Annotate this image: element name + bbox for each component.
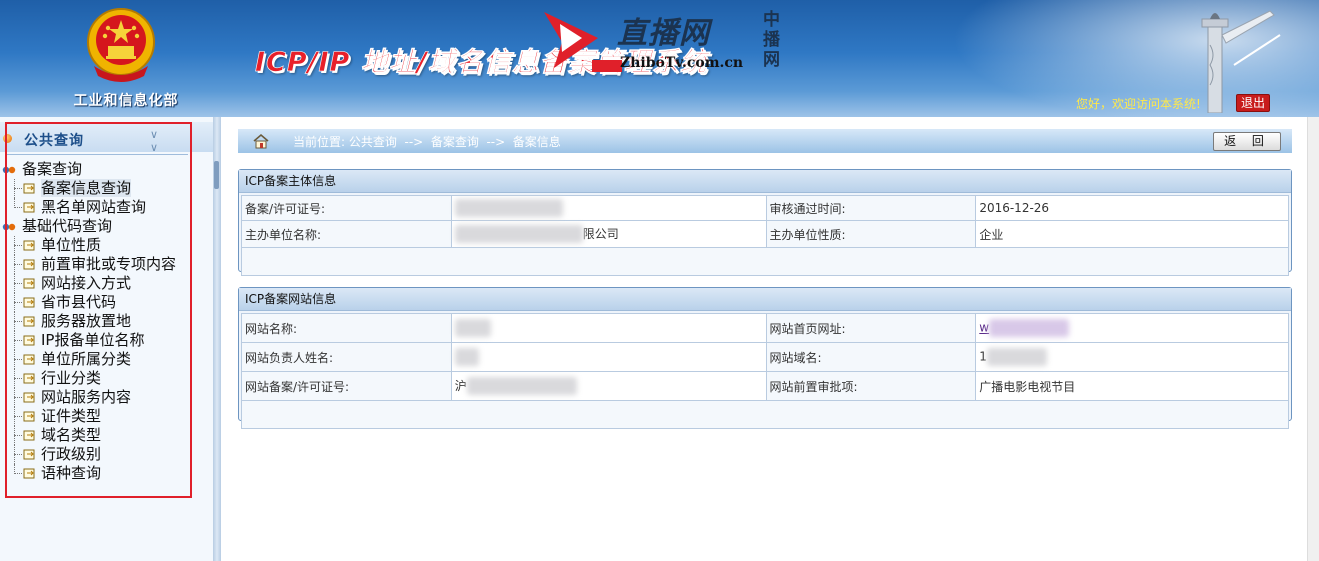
field-value: 广播电影电视节目 bbox=[975, 371, 1289, 401]
field-label: 网站前置审批项: bbox=[765, 371, 977, 401]
watermark-side-text: 中播网 bbox=[763, 10, 780, 70]
field-label: 网站负责人姓名: bbox=[241, 342, 452, 372]
field-label: 主办单位名称: bbox=[241, 220, 452, 248]
redacted-block bbox=[466, 377, 577, 396]
back-button[interactable]: 返 回 bbox=[1213, 132, 1281, 151]
watermark-name: 直播网 bbox=[617, 16, 710, 51]
field-value: 1 bbox=[975, 342, 1289, 372]
table-row: 网站名称: 网站首页网址: w bbox=[241, 313, 1289, 343]
redacted-block bbox=[454, 348, 479, 366]
ministry-name: 工业和信息化部 bbox=[73, 93, 179, 109]
table-row: 主办单位名称: 限公司 主办单位性质: 企业 bbox=[241, 220, 1289, 248]
national-emblem-icon bbox=[87, 8, 155, 82]
field-value: w bbox=[975, 313, 1289, 343]
field-label: 网站备案/许可证号: bbox=[241, 371, 452, 401]
field-label: 网站名称: bbox=[241, 313, 452, 343]
highlight-annotation-box bbox=[5, 122, 192, 498]
filing-website-table: 网站名称: 网站首页网址: w 网站负责人姓名: 网站域名: 1 网站备案/许可… bbox=[241, 313, 1289, 429]
redacted-block bbox=[986, 348, 1047, 366]
breadcrumb: 当前位置: 公共查询 --> 备案查询 --> 备案信息 bbox=[238, 129, 1292, 153]
panel-title: ICP备案网站信息 bbox=[239, 288, 1291, 311]
watermark-url: ZhiboTv.com.cn bbox=[620, 55, 744, 71]
field-value: 企业 bbox=[975, 220, 1289, 248]
field-value: 2016-12-26 bbox=[975, 195, 1289, 221]
main-content: 当前位置: 公共查询 --> 备案查询 --> 备案信息 返 回 ICP备案主体… bbox=[221, 117, 1307, 561]
field-label: 网站首页网址: bbox=[765, 313, 977, 343]
panel-title: ICP备案主体信息 bbox=[239, 170, 1291, 193]
field-value: 沪 bbox=[450, 371, 767, 401]
filing-entity-table: 备案/许可证号: 审核通过时间: 2016-12-26 主办单位名称: 限公司 … bbox=[241, 195, 1289, 276]
field-value bbox=[450, 195, 767, 221]
field-label: 备案/许可证号: bbox=[241, 195, 452, 221]
website-url-link[interactable]: w bbox=[979, 321, 989, 335]
sidebar: 公共查询 ∨ ∨ 备案查询 备案信息查询 黑名单网站查询 基础代码查询 单位性质 … bbox=[0, 117, 213, 561]
logout-button[interactable]: 退出 bbox=[1236, 94, 1270, 112]
table-row: 网站负责人姓名: 网站域名: 1 bbox=[241, 342, 1289, 372]
home-icon[interactable] bbox=[252, 133, 270, 149]
top-banner: 工业和信息化部 ICP/IP 地址/域名信息备案管理系统 直播网 ZhiboTv… bbox=[0, 0, 1319, 117]
redacted-block bbox=[454, 319, 491, 337]
filing-website-panel: ICP备案网站信息 网站名称: 网站首页网址: w 网站负责人姓名: 网站域名:… bbox=[238, 287, 1292, 429]
filing-entity-panel: ICP备案主体信息 备案/许可证号: 审核通过时间: 2016-12-26 主办… bbox=[238, 169, 1292, 276]
field-label: 审核通过时间: bbox=[765, 195, 977, 221]
breadcrumb-text: 当前位置: 公共查询 --> 备案查询 --> 备案信息 bbox=[293, 135, 561, 149]
redacted-block bbox=[454, 199, 563, 217]
field-label: 网站域名: bbox=[765, 342, 977, 372]
table-row bbox=[241, 247, 1289, 276]
field-value bbox=[450, 313, 767, 343]
sidebar-splitter[interactable] bbox=[213, 117, 221, 561]
collapse-handle-icon[interactable] bbox=[214, 161, 219, 189]
redacted-block bbox=[454, 225, 583, 244]
table-row: 网站备案/许可证号: 沪 网站前置审批项: 广播电影电视节目 bbox=[241, 371, 1289, 401]
table-row bbox=[241, 400, 1289, 429]
vertical-scrollbar[interactable] bbox=[1307, 117, 1319, 561]
field-value bbox=[450, 342, 767, 372]
table-row: 备案/许可证号: 审核通过时间: 2016-12-26 bbox=[241, 195, 1289, 221]
redacted-block bbox=[989, 319, 1070, 337]
welcome-message: 您好，欢迎访问本系统! bbox=[1076, 97, 1201, 111]
field-label: 主办单位性质: bbox=[765, 220, 977, 248]
field-value: 限公司 bbox=[450, 220, 767, 248]
